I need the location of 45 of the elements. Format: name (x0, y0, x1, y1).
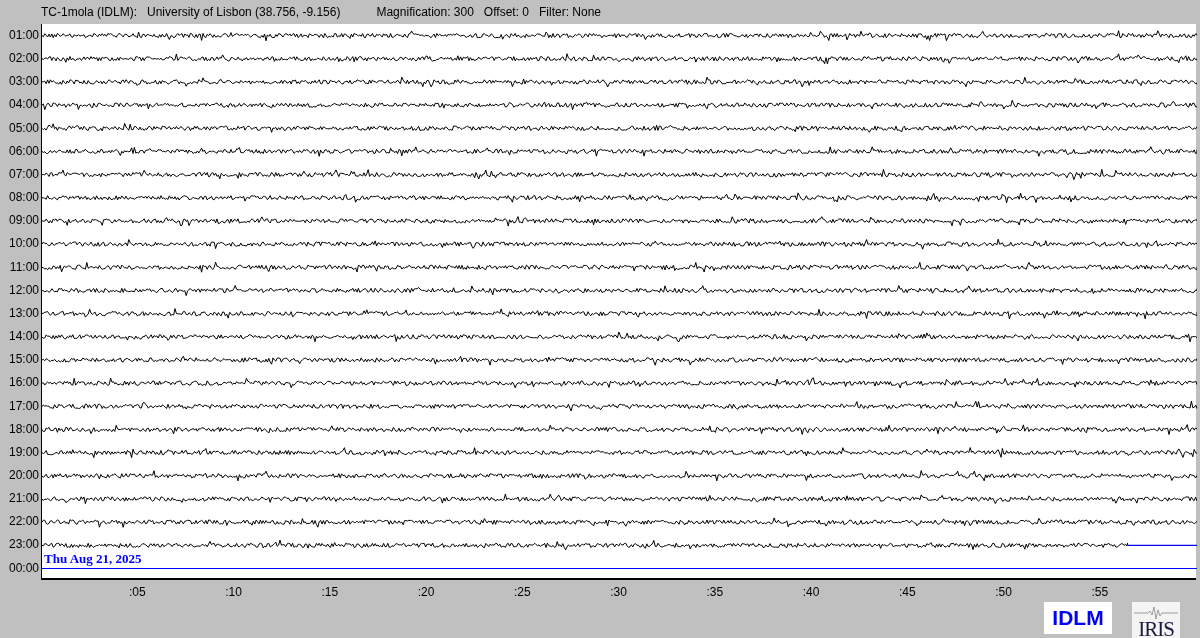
station-label: TC-1mola (IDLM): (41, 4, 137, 21)
magnification-label: Magnification: 300 (376, 4, 474, 21)
location-label: University of Lisbon (38.756, -9.156) (147, 4, 341, 21)
hour-label: 17:00 (7, 397, 40, 415)
hour-label: 13:00 (7, 304, 40, 322)
hour-label: 00:00 (7, 559, 40, 577)
minute-tick-label: :55 (1091, 584, 1109, 601)
logo-text: IRIS (1137, 619, 1175, 638)
hour-label: 18:00 (7, 420, 40, 438)
hour-label: 06:00 (7, 142, 40, 160)
hour-label: 12:00 (7, 281, 40, 299)
hour-label: 19:00 (7, 443, 40, 461)
minute-tick-label: :50 (995, 584, 1012, 601)
hour-label: 16:00 (7, 374, 40, 392)
hour-label: 10:00 (7, 235, 40, 253)
hour-label: 11:00 (8, 258, 40, 276)
hour-label: 02:00 (7, 50, 40, 68)
minute-tick-label: :35 (706, 584, 724, 601)
hour-label: 01:00 (7, 27, 40, 44)
hour-label: 08:00 (7, 189, 40, 207)
hour-label: 15:00 (7, 351, 40, 369)
minute-tick-label: :25 (513, 584, 531, 601)
hour-label: 21:00 (7, 490, 40, 508)
minute-tick-label: :10 (225, 584, 242, 601)
offset-label: Offset: 0 (483, 4, 529, 21)
hour-label: 14:00 (7, 328, 40, 346)
hour-label: 20:00 (7, 466, 40, 484)
hour-label: 07:00 (7, 165, 40, 183)
minute-tick-label: :05 (128, 584, 146, 601)
logo: IDLM (1044, 602, 1112, 634)
hour-label: 22:00 (7, 513, 40, 531)
hour-label: 09:00 (7, 212, 40, 230)
filter-label: Filter: None (539, 4, 602, 21)
date-label: Thu Aug 21, 2025 (44, 552, 142, 565)
minute-tick-label: :30 (610, 584, 627, 601)
hour-label: 04:00 (7, 96, 40, 114)
minute-tick-label: :15 (321, 584, 339, 601)
hour-label: 03:00 (7, 73, 40, 91)
hour-label: 05:00 (7, 119, 40, 137)
minute-tick-label: :45 (898, 584, 916, 601)
minute-tick-label: :40 (802, 584, 820, 601)
minute-tick-label: :20 (417, 584, 435, 601)
waveform-icon (1134, 605, 1178, 621)
pending-time-line (1127, 544, 1197, 546)
hour-label: 23:00 (7, 536, 40, 554)
